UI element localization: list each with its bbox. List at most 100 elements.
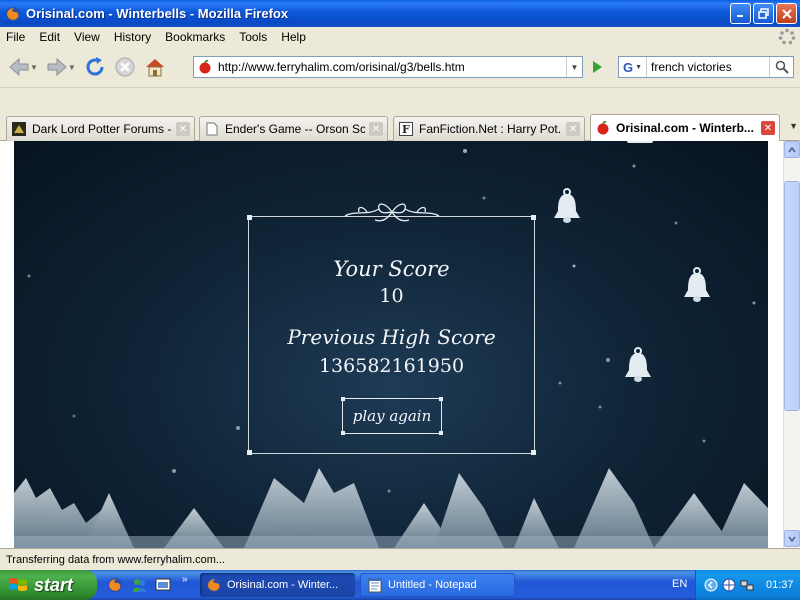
scroll-thumb[interactable] — [784, 181, 800, 411]
go-arrow-icon — [593, 61, 602, 73]
bookmarks-toolbar — [0, 87, 800, 113]
restore-icon — [758, 8, 769, 19]
scroll-up-button[interactable] — [784, 141, 800, 158]
window-title: Orisinal.com - Winterbells - Mozilla Fir… — [26, 6, 289, 21]
panel-corner — [531, 450, 536, 455]
tab-label: Orisinal.com - Winterb... — [616, 121, 754, 135]
tab-close-icon[interactable]: ✕ — [761, 121, 775, 135]
forward-history-dropdown-icon[interactable]: ▼ — [68, 63, 76, 72]
tray-expand-icon[interactable] — [704, 578, 718, 592]
bell-icon[interactable] — [622, 141, 658, 147]
close-window-button[interactable] — [776, 3, 797, 24]
taskbar-item-firefox[interactable]: Orisinal.com - Winter... — [200, 573, 355, 597]
orisinal-favicon-icon — [595, 120, 611, 136]
minimize-button[interactable] — [730, 3, 751, 24]
throbber-icon — [778, 28, 796, 45]
tab-close-icon[interactable]: ✕ — [566, 122, 580, 136]
fanfiction-favicon-icon: F — [398, 121, 414, 137]
system-tray: 01:37 — [695, 570, 800, 600]
url-history-dropdown-icon[interactable]: ▼ — [566, 57, 582, 77]
firefox-quicklaunch-icon[interactable] — [106, 576, 124, 594]
maximize-button[interactable] — [753, 3, 774, 24]
menu-tools[interactable]: Tools — [239, 30, 267, 44]
tab-dark-lord-potter[interactable]: Dark Lord Potter Forums - ... ✕ — [6, 116, 195, 141]
stop-icon — [115, 57, 135, 77]
messenger-quicklaunch-icon[interactable] — [130, 576, 148, 594]
minimize-icon — [737, 15, 743, 17]
clock: 01:37 — [766, 579, 794, 591]
taskbar-item-label: Orisinal.com - Winter... — [227, 579, 339, 591]
status-bar: Transferring data from www.ferryhalim.co… — [0, 548, 800, 570]
menu-edit[interactable]: Edit — [39, 30, 60, 44]
back-arrow-icon — [9, 57, 29, 77]
panel-corner — [531, 215, 536, 220]
tab-label: Ender's Game -- Orson Sco... — [225, 122, 365, 136]
chevron-down-icon — [788, 536, 796, 542]
tab-close-icon[interactable]: ✕ — [176, 122, 190, 136]
menu-view[interactable]: View — [74, 30, 100, 44]
menu-file[interactable]: File — [6, 30, 25, 44]
taskbar-item-label: Untitled - Notepad — [388, 579, 477, 591]
tab-enders-game[interactable]: Ender's Game -- Orson Sco... ✕ — [199, 116, 388, 141]
bell-icon[interactable] — [621, 346, 655, 386]
back-history-dropdown-icon[interactable]: ▼ — [30, 63, 38, 72]
reload-button[interactable] — [80, 52, 110, 82]
tab-list-dropdown-icon[interactable]: ▼ — [789, 121, 798, 131]
home-icon — [145, 59, 164, 77]
home-button[interactable] — [140, 52, 170, 82]
windows-flag-icon — [9, 578, 27, 591]
navigation-toolbar: ▼ ▼ http://www.ferryhalim.com/orisinal/g… — [0, 47, 800, 87]
tab-orisinal[interactable]: Orisinal.com - Winterb... ✕ — [590, 114, 780, 141]
search-input[interactable]: french victories — [647, 60, 769, 74]
high-score-label: Previous High Score — [287, 325, 496, 349]
start-label: start — [34, 574, 74, 595]
bell-icon[interactable] — [550, 187, 584, 227]
ornament-icon — [344, 203, 440, 222]
scroll-down-button[interactable] — [784, 530, 800, 547]
go-button[interactable] — [586, 56, 608, 78]
search-bar[interactable]: G ▼ french victories — [618, 56, 794, 78]
start-button[interactable]: start — [0, 570, 97, 600]
quick-launch — [106, 576, 172, 594]
search-engine-selector[interactable]: G ▼ — [619, 57, 647, 77]
forum-favicon-icon — [11, 121, 27, 137]
firefox-icon — [6, 6, 20, 21]
score-panel: Your Score 10 Previous High Score 136582… — [247, 203, 536, 455]
stop-button[interactable] — [110, 52, 140, 82]
url-bar[interactable]: http://www.ferryhalim.com/orisinal/g3/be… — [193, 56, 583, 78]
panel-corner — [247, 450, 252, 455]
svg-text:F: F — [402, 123, 410, 136]
network-icon[interactable] — [740, 578, 754, 592]
chevron-up-icon — [788, 146, 796, 152]
tab-fanfiction[interactable]: F FanFiction.Net : Harry Pot... ✕ — [393, 116, 585, 141]
play-again-button[interactable]: play again — [341, 397, 443, 435]
globe-icon[interactable] — [722, 578, 736, 592]
forward-arrow-icon — [47, 57, 67, 77]
reload-icon — [86, 57, 104, 76]
high-score-value: 136582161950 — [318, 355, 465, 377]
google-icon: G — [622, 59, 634, 75]
menu-history[interactable]: History — [114, 30, 151, 44]
tab-label: Dark Lord Potter Forums - ... — [32, 122, 172, 136]
vertical-scrollbar[interactable] — [783, 141, 800, 548]
url-text[interactable]: http://www.ferryhalim.com/orisinal/g3/be… — [218, 60, 566, 74]
menu-bookmarks[interactable]: Bookmarks — [165, 30, 225, 44]
show-desktop-quicklaunch-icon[interactable] — [154, 576, 172, 594]
apple-favicon — [199, 60, 211, 74]
taskbar-item-notepad[interactable]: Untitled - Notepad — [360, 573, 515, 597]
tab-close-icon[interactable]: ✕ — [369, 122, 383, 136]
game-canvas[interactable]: Your Score 10 Previous High Score 136582… — [14, 141, 768, 548]
button-corner — [341, 431, 345, 435]
bell-icon[interactable] — [680, 266, 714, 306]
page-content: Your Score 10 Previous High Score 136582… — [0, 141, 800, 548]
language-indicator[interactable]: EN — [672, 578, 687, 590]
quicklaunch-more-icon[interactable]: » — [182, 574, 188, 585]
button-corner — [439, 431, 443, 435]
magnifier-icon — [775, 60, 789, 74]
firefox-icon — [206, 577, 222, 593]
menu-help[interactable]: Help — [281, 30, 306, 44]
window-title-bar[interactable]: Orisinal.com - Winterbells - Mozilla Fir… — [0, 0, 800, 27]
menu-bar: File Edit View History Bookmarks Tools H… — [0, 27, 800, 47]
search-button[interactable] — [769, 57, 793, 77]
panel-corner — [247, 215, 252, 220]
